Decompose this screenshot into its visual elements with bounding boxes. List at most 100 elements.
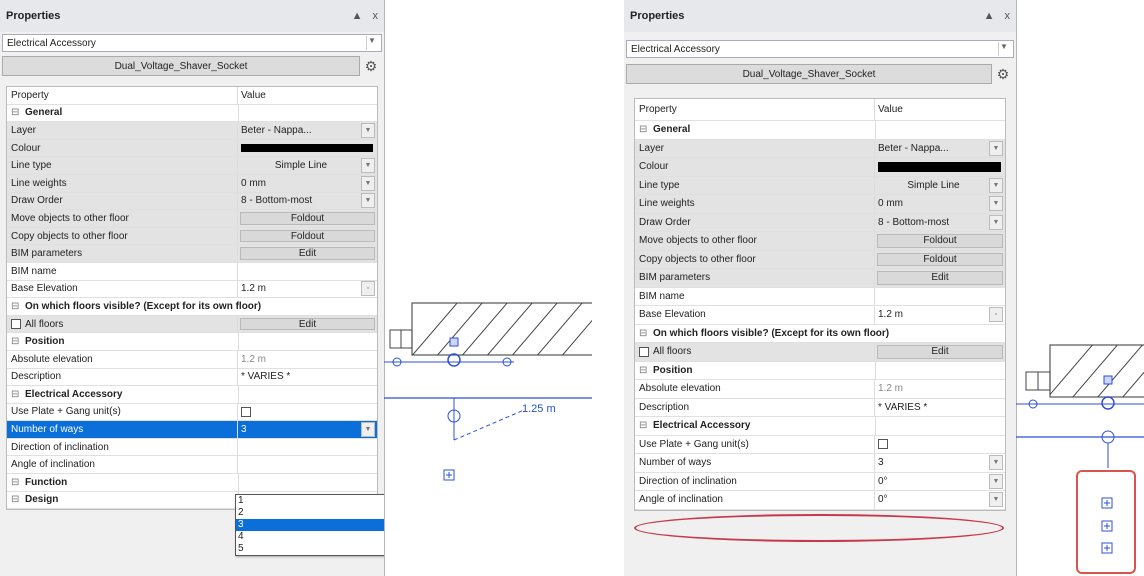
num-ways-dropdown-list[interactable]: 1 2 3 4 5 [235, 494, 384, 556]
close-button[interactable]: x [373, 10, 379, 22]
prop-row-layer[interactable]: Layer Beter - Nappa... ▼ [7, 122, 377, 140]
close-button[interactable]: x [1005, 10, 1011, 22]
family-name-button[interactable]: Dual_Voltage_Shaver_Socket [2, 56, 360, 76]
chevron-down-icon[interactable]: ▼ [366, 36, 377, 50]
description-value[interactable]: * VARIES * [875, 399, 1005, 417]
checkbox[interactable] [878, 439, 888, 450]
dropdown-option-selected[interactable]: 3 [236, 519, 384, 531]
prop-row-use-plate[interactable]: Use Plate + Gang unit(s) [635, 435, 1005, 454]
dropdown-option[interactable]: 1 [236, 495, 384, 507]
checkbox[interactable] [241, 406, 251, 417]
bim-name-field[interactable] [238, 263, 377, 280]
prop-row-base-elevation[interactable]: Base Elevation 1.2 m ▫ [7, 280, 377, 299]
description-value[interactable]: * VARIES * [238, 369, 377, 386]
prop-row-all-floors[interactable]: All floors Edit [635, 343, 1005, 362]
chevron-down-icon[interactable]: ▼ [361, 422, 375, 438]
chevron-down-icon[interactable]: ▼ [361, 193, 375, 209]
edit-button[interactable]: Edit [877, 345, 1003, 359]
chevron-down-icon[interactable]: ▼ [998, 42, 1009, 56]
base-elevation-value[interactable]: 1.2 m [241, 283, 266, 294]
stepper-icon[interactable]: ▫ [989, 307, 1003, 323]
pin-icon[interactable]: ▲ [352, 10, 363, 22]
collapse-icon[interactable]: ⊟ [639, 420, 647, 431]
chevron-down-icon[interactable]: ▼ [989, 473, 1003, 489]
group-general[interactable]: ⊟ General [7, 104, 377, 123]
group-floors-visible[interactable]: ⊟ On which floors visible? (Except for it… [635, 325, 1005, 343]
type-selector[interactable]: Electrical Accessory ▼ [2, 34, 382, 52]
edit-button[interactable]: Edit [877, 271, 1003, 285]
dropdown-option[interactable]: 4 [236, 531, 384, 543]
prop-row-draw-order[interactable]: Draw Order 8 - Bottom-most ▼ [635, 213, 1005, 232]
pin-icon[interactable]: ▲ [984, 10, 995, 22]
prop-row-line-type[interactable]: Line type Simple Line ▼ [635, 176, 1005, 195]
group-general[interactable]: ⊟ General [635, 121, 1005, 140]
prop-row-base-elevation[interactable]: Base Elevation 1.2 m ▫ [635, 306, 1005, 325]
prop-row-draw-order[interactable]: Draw Order 8 - Bottom-most ▼ [7, 192, 377, 211]
checkbox[interactable] [11, 319, 21, 330]
chevron-down-icon[interactable]: ▼ [361, 122, 375, 138]
chevron-down-icon[interactable]: ▼ [361, 158, 375, 174]
prop-row-line-type[interactable]: Line type Simple Line ▼ [7, 157, 377, 175]
prop-row-colour[interactable]: Colour [635, 158, 1005, 177]
dropdown-option[interactable]: 5 [236, 543, 384, 555]
foldout-button[interactable]: Foldout [877, 234, 1003, 248]
chevron-down-icon[interactable]: ▼ [989, 196, 1003, 212]
prop-row-line-weights[interactable]: Line weights 0 mm ▼ [7, 174, 377, 193]
edit-button[interactable]: Edit [240, 247, 375, 260]
prop-row-line-weights[interactable]: Line weights 0 mm ▼ [635, 195, 1005, 214]
prop-row-description[interactable]: Description * VARIES * [7, 368, 377, 387]
prop-row-num-ways[interactable]: Number of ways 3 ▼ [7, 421, 377, 439]
prop-row-angle[interactable]: Angle of inclination [7, 456, 377, 475]
dropdown-option[interactable]: 2 [236, 507, 384, 519]
angle-value[interactable]: 0° [878, 494, 888, 505]
group-electrical[interactable]: ⊟ Electrical Accessory [635, 417, 1005, 436]
chevron-down-icon[interactable]: ▼ [361, 175, 375, 191]
num-ways-value[interactable]: 3 [878, 457, 884, 468]
collapse-icon[interactable]: ⊟ [11, 494, 19, 505]
collapse-icon[interactable]: ⊟ [11, 389, 19, 400]
bim-name-field[interactable] [875, 288, 1005, 306]
chevron-down-icon[interactable]: ▼ [989, 214, 1003, 230]
chevron-down-icon[interactable]: ▼ [989, 177, 1003, 193]
group-floors-visible[interactable]: ⊟ On which floors visible? (Except for it… [7, 298, 377, 316]
collapse-icon[interactable]: ⊟ [11, 477, 19, 488]
prop-row-direction[interactable]: Direction of inclination 0° ▼ [635, 472, 1005, 491]
collapse-icon[interactable]: ⊟ [11, 301, 19, 312]
chevron-down-icon[interactable]: ▼ [989, 455, 1003, 471]
family-name-button[interactable]: Dual_Voltage_Shaver_Socket [626, 64, 992, 84]
collapse-icon[interactable]: ⊟ [11, 336, 19, 347]
foldout-button[interactable]: Foldout [240, 212, 375, 225]
direction-value[interactable]: 0° [878, 476, 888, 487]
num-ways-value[interactable]: 3 [241, 424, 247, 435]
prop-row-bim-name[interactable]: BIM name [7, 262, 377, 281]
collapse-icon[interactable]: ⊟ [639, 328, 647, 339]
drawing-canvas-right[interactable] [1016, 0, 1144, 576]
foldout-button[interactable]: Foldout [240, 229, 375, 243]
prop-row-angle[interactable]: Angle of inclination 0° ▼ [635, 491, 1005, 510]
colour-swatch[interactable] [241, 143, 373, 153]
chevron-down-icon[interactable]: ▼ [989, 140, 1003, 156]
checkbox[interactable] [639, 346, 649, 357]
colour-swatch[interactable] [878, 162, 1001, 172]
collapse-icon[interactable]: ⊟ [639, 365, 647, 376]
prop-row-all-floors[interactable]: All floors Edit [7, 315, 377, 334]
chevron-down-icon[interactable]: ▼ [989, 492, 1003, 508]
prop-row-use-plate[interactable]: Use Plate + Gang unit(s) [7, 403, 377, 422]
group-position[interactable]: ⊟ Position [635, 361, 1005, 380]
collapse-icon[interactable]: ⊟ [11, 107, 19, 118]
collapse-icon[interactable]: ⊟ [639, 124, 647, 135]
stepper-icon[interactable]: ▫ [361, 281, 375, 297]
group-electrical[interactable]: ⊟ Electrical Accessory [7, 386, 377, 404]
base-elevation-value[interactable]: 1.2 m [878, 309, 903, 320]
prop-row-layer[interactable]: Layer Beter - Nappa... ▼ [635, 139, 1005, 158]
prop-row-colour[interactable]: Colour [7, 139, 377, 158]
prop-row-direction[interactable]: Direction of inclination [7, 438, 377, 457]
group-function[interactable]: ⊟ Function [7, 474, 377, 492]
gear-icon[interactable]: ⚙ [992, 66, 1014, 83]
prop-row-description[interactable]: Description * VARIES * [635, 398, 1005, 417]
type-selector[interactable]: Electrical Accessory ▼ [626, 40, 1014, 58]
gear-icon[interactable]: ⚙ [360, 58, 382, 75]
prop-row-bim-name[interactable]: BIM name [635, 287, 1005, 306]
prop-row-num-ways[interactable]: Number of ways 3 ▼ [635, 454, 1005, 473]
group-position[interactable]: ⊟ Position [7, 333, 377, 351]
